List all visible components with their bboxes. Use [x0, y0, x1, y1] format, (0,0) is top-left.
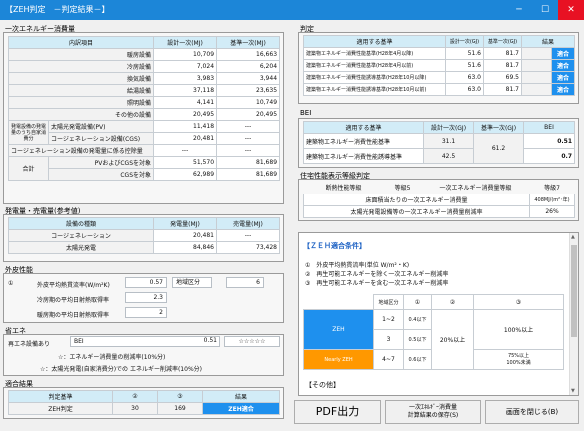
- col-header: 基準一次(MJ): [216, 36, 281, 49]
- save-result-button[interactable]: 一次ｴﾈﾙｷﾞｰ消費量 計算結果の保存(S): [385, 400, 481, 424]
- condition-2: ② 再生可能エネルギーを除く一次エネルギー削減率: [305, 271, 449, 278]
- table-row: 暖房設備 10,709 16,663: [7, 48, 281, 61]
- table-row: 換気設備 3,983 3,944: [7, 72, 281, 85]
- primary-energy-table: 内訳項目 設計一次(MJ) 基準一次(MJ) 暖房設備 10,709 16,663 …: [7, 36, 281, 181]
- table-row: 建築物エネルギー消費性能誘導基準 42.5 0.7: [303, 148, 575, 164]
- table-row: コージェネレーション設備(CGS) 20,481 ---: [9, 132, 281, 145]
- nearly-zeh-cell: Nearly ZEH: [303, 349, 374, 370]
- judge-table: 適用する基準 設計一次(GJ) 基準一次(GJ) 結果 建築物エネルギー消費性能基準(…: [303, 35, 576, 96]
- result-badge: ZEH適合: [202, 402, 280, 415]
- table-row: ZEH 1~2 0.4以下 20%以上 100%以上: [303, 309, 564, 370]
- close-button[interactable]: ✕: [558, 0, 584, 20]
- col-header: 結果: [202, 390, 280, 403]
- title-bar: 【ZEH判定 －判定結果－】 ─ ☐ ✕: [0, 0, 584, 20]
- table-row: ZEH判定 30 169 ZEH適合: [8, 402, 280, 415]
- generation-table: 設備の種類 発電量(MJ) 売電量(MJ) コージェネレーション 20,481 --- …: [8, 217, 280, 254]
- table-row: 合計 PVおよびCGSを対象 51,570 81,689: [8, 156, 281, 181]
- region-label: 地域区分: [172, 277, 212, 288]
- table-row: 発電設備の発電量のうち自家消費分 太陽光発電設備(PV) 11,418 ---: [8, 120, 281, 145]
- table-row: 給湯設備 37,118 23,635: [7, 84, 281, 97]
- scroll-down-icon[interactable]: ▼: [571, 388, 575, 394]
- col-header: 設計一次(MJ): [153, 36, 218, 49]
- table-row: 建築物エネルギー消費性能基準 31.1 61.2 0.51: [303, 133, 575, 164]
- zeh-cell: ZEH: [303, 309, 374, 350]
- zeh-conditions-title: 【ＺＥＨ適合条件】: [303, 242, 366, 250]
- close-screen-button[interactable]: 画面を閉じる(B): [485, 400, 579, 424]
- bei-table: 適用する基準 設計一次(GJ) 基準一次(GJ) BEI 建築物エネルギー消費性能基準…: [303, 121, 575, 164]
- table-row: 建築物エネルギー消費性能誘導基準(H28年10月以前) 63.0 81.7 適合: [303, 83, 576, 96]
- pass-badge: 適合: [550, 83, 576, 96]
- col-header: ③: [157, 390, 203, 403]
- etac-field[interactable]: 2.3: [125, 292, 167, 303]
- col-header: 適用する基準: [303, 121, 424, 134]
- col-header: 適用する基準: [303, 35, 446, 48]
- col-header: 設備の種類: [8, 217, 154, 230]
- etah-field[interactable]: 2: [125, 307, 167, 318]
- scrollbar-thumb[interactable]: [571, 245, 577, 337]
- col-header: ②: [112, 390, 158, 403]
- pass-badge: 適合: [550, 47, 576, 60]
- zeh-conditions-table: 地域区分 ① ② ③ ZEH 1~2 0.4以下 20%以上 100%以上 3 0.5以下 Ne…: [303, 294, 564, 370]
- table-row: 建築物エネルギー消費性能基準(H28年4月以前) 51.6 81.7 適合: [303, 59, 576, 72]
- col-header: 結果: [520, 35, 576, 48]
- bei-shared-value: 61.2: [473, 133, 524, 164]
- zeh-conditions-panel[interactable]: 【ＺＥＨ適合条件】 ① 外皮平均熱貫流率(単位 W/m²・K) ② 再生可能エネ…: [298, 232, 579, 396]
- table-row: コージェネレーション設備の発電量に係る控除量 --- ---: [7, 144, 281, 157]
- region-field[interactable]: 6: [226, 277, 264, 288]
- other-label: 【その他】: [305, 381, 340, 389]
- pass-badge: 適合: [550, 59, 576, 72]
- table-row: 断熱性能等級 等級5 一次エネルギー消費量等級 等級7: [325, 185, 560, 192]
- pdf-export-button[interactable]: PDF出力: [294, 400, 381, 424]
- pass-badge: 適合: [550, 71, 576, 84]
- col-header: 基準一次(GJ): [483, 35, 522, 48]
- col-header: 発電量(MJ): [153, 217, 217, 230]
- table-row: 照明設備 4,141 10,749: [7, 96, 281, 109]
- table-row: 床面積当たりの一次エネルギー消費量 408MJ/(m²･年): [303, 193, 575, 206]
- col-header: 売電量(MJ): [216, 217, 280, 230]
- bei-value: 0.51: [203, 337, 217, 344]
- star-note-2: ☆：太陽光発電(自家消費分)での エネルギー削減率(10%分): [40, 366, 202, 373]
- window-title: 【ZEH判定 －判定結果－】: [5, 5, 110, 14]
- bei-section-label: BEI: [300, 109, 312, 117]
- total-label: 合計: [8, 156, 49, 181]
- table-row: 太陽光発電 84,846 73,428: [8, 241, 280, 254]
- etac-label: 冷房期の平均日射熱取得率: [37, 297, 110, 304]
- table-row: CGSを対象 62,989 81,689: [9, 168, 281, 181]
- star-note-1: ☆：エネルギー消費量の削減率(10%分): [58, 354, 166, 361]
- col-header: 設計一次(GJ): [445, 35, 484, 48]
- condition-3: ③ 再生可能エネルギーを含む一次エネルギー削減率: [305, 280, 449, 287]
- table-row: 建築物エネルギー消費性能基準(H28年4月以降) 51.6 81.7 適合: [303, 47, 576, 60]
- col-header: 設計一次(GJ): [423, 121, 474, 134]
- col-header: 基準一次(GJ): [473, 121, 524, 134]
- rating-table: 断熱性能等級 等級5 一次エネルギー消費量等級 等級7 床面積当たりの一次エネルギー消…: [303, 181, 575, 218]
- minimize-button[interactable]: ─: [506, 0, 532, 20]
- ua-field[interactable]: 0.57: [125, 277, 167, 288]
- star-rating: ☆☆☆☆☆: [224, 336, 280, 347]
- result-table: 判定基準 ② ③ 結果 ZEH判定 30 169 ZEH適合: [8, 390, 280, 415]
- maximize-button[interactable]: ☐: [532, 0, 558, 20]
- circle-1-label: ①: [8, 280, 14, 287]
- table-row: コージェネレーション 20,481 ---: [8, 229, 280, 242]
- table-row: 太陽光発電設備等の一次エネルギー消費量削減率 26%: [303, 205, 575, 218]
- table-row: その他の設備 20,495 20,495: [7, 108, 281, 121]
- scroll-up-icon[interactable]: ▲: [571, 234, 575, 240]
- ua-label: 外皮平均熱貫流率(W/m²K): [37, 282, 110, 289]
- col-header: 判定基準: [8, 390, 113, 403]
- table-row: 建築物エネルギー消費性能誘導基準(H28年10月以降) 63.0 69.5 適合: [303, 71, 576, 84]
- etah-label: 暖房期の平均日射熱取得率: [37, 312, 110, 319]
- gen-group-label: 発電設備の発電量のうち自家消費分: [8, 120, 49, 145]
- renewable-label: 再エネ設備あり: [8, 341, 51, 348]
- condition-1: ① 外皮平均熱貫流率(単位 W/m²・K): [305, 262, 410, 269]
- col-header: BEI: [523, 121, 575, 134]
- scrollbar[interactable]: ▲ ▼: [569, 233, 578, 395]
- table-row: 冷房設備 7,024 6,204: [7, 60, 281, 73]
- col-header: 内訳項目: [7, 36, 155, 49]
